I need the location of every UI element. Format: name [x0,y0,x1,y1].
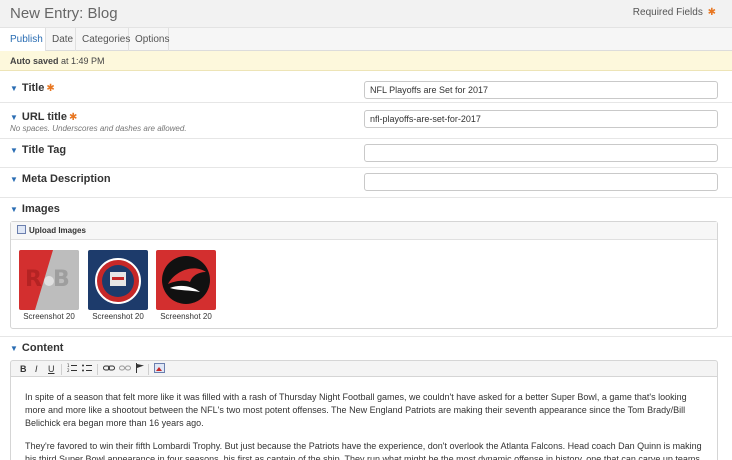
url-title-label-text: URL title [21,111,67,123]
toolbar-divider [148,364,149,375]
underline-button[interactable]: U [48,363,55,375]
tab-date[interactable]: Date [46,28,76,51]
image-caption: Screenshot 20 [92,312,144,321]
image-caption: Screenshot 20 [23,312,75,321]
title-label[interactable]: ▼ Title ✱ [10,82,55,94]
image-caption: Screenshot 20 [160,312,212,321]
content-editor[interactable]: In spite of a season that felt more like… [10,377,718,460]
required-star-icon: ✱ [46,83,55,94]
field-title: ▼ Title ✱ NFL Playoffs are Set for 2017 [0,71,732,103]
required-fields-label: Required Fields [632,7,703,18]
unlink-icon[interactable] [119,363,131,375]
images-panel: Upload Images R B Screenshot 20 Screensh… [10,221,718,329]
upload-image-icon [17,225,26,234]
ordered-list-icon[interactable]: 12 [67,363,77,375]
image-thumbnail[interactable] [156,250,216,310]
logo-graphic-icon: R B [19,250,79,310]
bold-button[interactable]: B [20,363,27,375]
page-header: New Entry: Blog Required Fields ✱ [0,0,732,28]
caret-down-icon: ▼ [10,113,18,122]
required-fields-note: Required Fields ✱ [633,7,716,18]
link-icon[interactable] [103,363,115,375]
meta-description-input[interactable] [364,173,718,191]
page-title: New Entry: Blog [10,5,118,22]
unordered-list-icon[interactable] [82,363,92,375]
title-tag-input[interactable] [364,144,718,162]
image-thumbnail[interactable] [88,250,148,310]
images-label-text: Images [21,203,60,215]
autosave-label: Auto saved [10,56,59,66]
tab-options[interactable]: Options [129,28,169,51]
italic-button[interactable]: I [35,363,38,375]
content-paragraph: They're favored to win their fifth Lomba… [25,441,702,460]
url-title-label[interactable]: ▼ URL title ✱ [10,111,77,123]
toolbar-divider [97,364,98,375]
required-star-icon: ✱ [68,112,78,123]
svg-text:R: R [25,267,42,292]
image-thumbnail[interactable]: R B [19,250,79,310]
tab-publish[interactable]: Publish [0,28,46,52]
required-star-icon: ✱ [707,7,716,18]
toolbar-divider [61,364,62,375]
autosave-time: at 1:49 PM [61,56,105,66]
upload-images-button[interactable]: Upload Images [17,225,86,235]
meta-description-label-text: Meta Description [21,173,111,185]
caret-down-icon: ▼ [10,205,18,214]
title-tag-label-text: Title Tag [21,144,67,156]
url-title-input[interactable]: nfl-playoffs-are-set-for-2017 [364,110,718,128]
meta-description-label[interactable]: ▼ Meta Description [10,173,111,185]
caret-down-icon: ▼ [10,175,18,184]
autosave-notice: Auto saved at 1:49 PM [0,51,732,71]
flag-icon[interactable] [135,363,145,375]
title-input[interactable]: NFL Playoffs are Set for 2017 [364,81,718,99]
bird-graphic-icon [156,250,216,310]
tab-bar: Publish Date Categories Options [0,28,732,52]
upload-images-label: Upload Images [29,226,86,235]
emblem-graphic-icon [88,250,148,310]
caret-down-icon: ▼ [10,344,18,353]
field-images: ▼Images Upload Images R B Screenshot 20 [0,198,732,337]
url-title-note: No spaces. Underscores and dashes are al… [10,124,187,133]
content-paragraph: In spite of a season that felt more like… [25,392,687,428]
svg-text:2: 2 [67,368,70,373]
images-label[interactable]: ▼ Images [10,203,60,215]
tab-categories[interactable]: Categories [76,28,130,51]
content-label[interactable]: ▼ Content [10,342,63,354]
content-label-text: Content [21,342,64,354]
caret-down-icon: ▼ [10,146,18,155]
field-title-tag: ▼ Title Tag [0,139,732,168]
title-tag-label[interactable]: ▼ Title Tag [10,144,66,156]
image-icon[interactable] [154,363,165,375]
field-content: ▼ Content [0,337,732,360]
field-meta-description: ▼ Meta Description [0,168,732,198]
svg-text:B: B [53,267,70,292]
title-label-text: Title [21,82,45,94]
caret-down-icon: ▼ [10,84,18,93]
images-toolbar: Upload Images [11,222,717,240]
editor-toolbar: B I U 12 [10,360,718,377]
underline-label: U [48,364,55,374]
field-url-title: ▼ URL title ✱ No spaces. Underscores and d… [0,103,732,139]
